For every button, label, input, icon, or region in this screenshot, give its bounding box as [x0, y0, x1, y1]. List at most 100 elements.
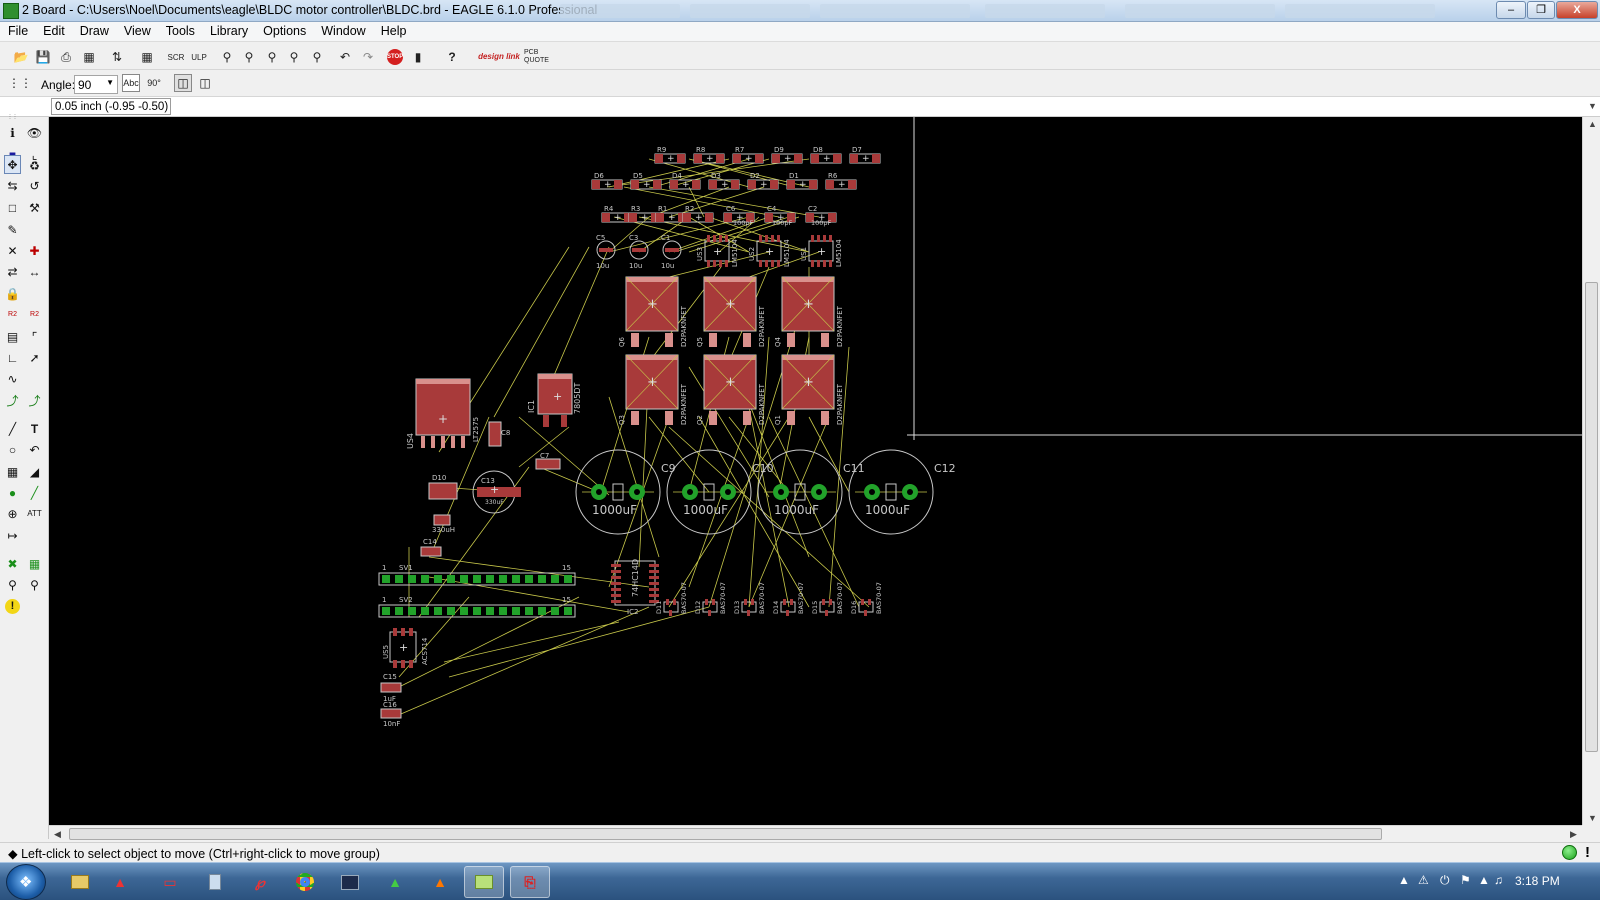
lock-part-icon[interactable]: 🔒 [4, 285, 21, 302]
menu-draw[interactable]: Draw [72, 22, 116, 38]
move-icon[interactable]: ✥ [4, 155, 21, 174]
menu-help[interactable]: Help [373, 22, 414, 38]
text-icon[interactable]: T [26, 420, 43, 437]
save-icon[interactable]: 💾 [34, 48, 52, 66]
start-button[interactable]: ❖ [6, 864, 46, 900]
polygon-icon[interactable]: ◢ [26, 463, 43, 480]
mirror-text-icon[interactable]: Abc [122, 74, 140, 92]
chevron-down-icon[interactable]: ▼ [1588, 813, 1597, 823]
name-icon[interactable]: R2 [4, 306, 21, 323]
signal-icon[interactable]: ╱ [26, 484, 43, 501]
copy-icon[interactable]: ♻ [26, 157, 43, 174]
ratsnest-icon[interactable]: ✖ [4, 555, 21, 572]
spin-text-icon[interactable]: 90° [145, 74, 163, 92]
layout-alt-icon[interactable]: ◫ [196, 74, 214, 92]
errors-icon[interactable]: ! [4, 598, 21, 615]
script-icon[interactable]: ⇅ [108, 48, 126, 66]
tray-volume-icon[interactable]: ♫ [1494, 873, 1503, 887]
print-icon[interactable]: ⎙ [57, 48, 75, 66]
undo-icon[interactable]: ↶ [336, 48, 354, 66]
chevron-left-icon[interactable]: ◀ [54, 829, 61, 840]
optimize-icon[interactable]: ➚ [26, 349, 43, 366]
menu-file[interactable]: File [0, 22, 35, 38]
explorer-icon[interactable] [60, 866, 100, 898]
lock-icon[interactable]: ↔ [26, 263, 43, 280]
smash-icon[interactable]: ▤ [4, 328, 21, 345]
eagle-green-icon[interactable]: ▲ [375, 866, 415, 898]
change-icon[interactable]: ⚒ [26, 199, 43, 216]
replace-icon[interactable]: ⇄ [4, 263, 21, 280]
zoom-select-icon[interactable]: ⚲ [308, 48, 326, 66]
tray-antivirus-icon[interactable]: ⚠ [1418, 873, 1429, 887]
zoom-fit-icon[interactable]: ⚲ [218, 48, 236, 66]
horizontal-scrollbar[interactable]: ◀ ▶ [49, 825, 1582, 842]
vertical-scrollbar[interactable]: ▲ ▼ [1582, 117, 1600, 825]
notepad-icon[interactable] [195, 866, 235, 898]
info-icon[interactable]: ℹ [4, 124, 21, 141]
sch-icon[interactable]: SCR [167, 48, 185, 66]
clock[interactable]: 3:18 PM [1515, 874, 1560, 888]
angle-select[interactable]: 90 ▼ [74, 75, 118, 94]
menu-edit[interactable]: Edit [35, 22, 72, 38]
folder-active-icon[interactable] [464, 866, 504, 898]
ripup-icon[interactable]: ⤴ [26, 392, 43, 409]
go-icon[interactable]: ▮ [409, 48, 427, 66]
pdf-icon[interactable]: ⎘ [510, 866, 550, 898]
zoom-out-icon[interactable]: ⚲ [263, 48, 281, 66]
tray-arrow-icon[interactable]: ▲ [1398, 873, 1410, 887]
chrome-icon[interactable] [285, 866, 325, 898]
menu-tools[interactable]: Tools [158, 22, 202, 38]
eagle-app-icon[interactable] [3, 3, 19, 19]
ulp-icon[interactable]: ULP [190, 48, 208, 66]
stop-icon[interactable]: STOP [386, 48, 404, 66]
via-icon[interactable]: ● [4, 484, 21, 501]
menu-window[interactable]: Window [313, 22, 372, 38]
menu-library[interactable]: Library [202, 22, 255, 38]
chevron-up-icon[interactable]: ▲ [1588, 119, 1597, 129]
drc-icon[interactable]: ⚲ [4, 576, 21, 593]
open-icon[interactable]: 📂 [12, 48, 30, 66]
erc-icon[interactable]: ⚲ [26, 576, 43, 593]
horizontal-scroll-thumb[interactable] [69, 828, 1382, 840]
menu-view[interactable]: View [116, 22, 158, 38]
group-icon[interactable]: □ [4, 199, 21, 216]
stop-command-icon[interactable]: ! [1585, 844, 1590, 861]
value-icon[interactable]: R2 [26, 306, 43, 323]
paste-icon[interactable]: ✎ [4, 221, 21, 238]
wire-icon[interactable]: ╱ [4, 420, 21, 437]
meander-icon[interactable]: ∿ [4, 370, 21, 387]
board-canvas[interactable]: + R9 + R8 + R7 + D9 + D8 + D7 + D6 + D5 + D4 + D3 + D2 + D1 + R6… [49, 117, 1582, 825]
redo-icon[interactable]: ↷ [359, 48, 377, 66]
design-link-icon[interactable]: design link [478, 47, 520, 65]
dimension-icon[interactable]: ↦ [4, 527, 21, 544]
rotate-icon[interactable]: ↺ [26, 177, 43, 194]
zoom-redraw-icon[interactable]: ⚲ [285, 48, 303, 66]
show-icon[interactable]: 👁 [26, 124, 43, 141]
miter-icon[interactable]: ⌜ [26, 328, 43, 345]
cam-icon[interactable]: ▦ [80, 48, 98, 66]
chevron-right-icon[interactable]: ▶ [1570, 829, 1577, 840]
circle-icon[interactable]: ○ [4, 441, 21, 458]
restore-button[interactable]: ❐ [1527, 1, 1555, 19]
bom-icon[interactable]: ▦ [138, 48, 156, 66]
acrobat-icon[interactable]: ℘ [240, 866, 280, 898]
tray-usb-icon[interactable]: ⏻ [1440, 873, 1450, 888]
layout-icon[interactable]: ◫ [174, 74, 192, 92]
terminal-icon[interactable] [330, 866, 370, 898]
route-icon[interactable]: ⤴ [4, 392, 21, 409]
arc-icon[interactable]: ↶ [26, 441, 43, 458]
add-icon[interactable]: ✚ [26, 242, 43, 259]
menu-options[interactable]: Options [255, 22, 313, 38]
zoom-in-icon[interactable]: ⚲ [240, 48, 258, 66]
close-button[interactable]: X [1556, 1, 1598, 19]
split-icon[interactable]: ∟ [4, 349, 21, 366]
rect-icon[interactable]: ▦ [4, 463, 21, 480]
tray-network-icon[interactable]: ▲ [1478, 873, 1490, 887]
hole-icon[interactable]: ⊕ [4, 505, 21, 522]
attribute-icon[interactable]: ATT [26, 505, 43, 522]
eagle-red-icon[interactable]: ▲ [100, 866, 140, 898]
delete-icon[interactable]: ✕ [4, 242, 21, 259]
pcb-quote-icon[interactable]: PCB QUOTE [524, 48, 562, 66]
tray-flag-icon[interactable]: ⚑ [1460, 873, 1471, 887]
vertical-scroll-thumb[interactable] [1585, 282, 1598, 752]
